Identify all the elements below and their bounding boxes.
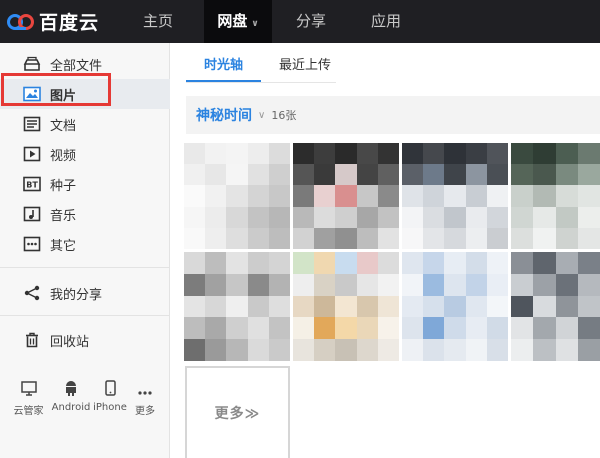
- sidebar-item-other[interactable]: 其它: [0, 229, 170, 259]
- top-navigation-bar: 百度云 主页 网盘 ∨ 分享 应用: [0, 0, 600, 43]
- document-icon: [23, 115, 41, 133]
- tab-label: 最近上传: [279, 58, 332, 73]
- sidebar-item-label: 种子: [50, 178, 77, 194]
- nav-home[interactable]: 主页: [128, 0, 188, 43]
- chevron-down-icon[interactable]: ∨: [258, 110, 265, 121]
- sidebar-item-music[interactable]: 音乐: [0, 199, 170, 229]
- sidebar-item-videos[interactable]: 视频: [0, 139, 170, 169]
- ellipsis-icon: [138, 378, 152, 396]
- timeline-title[interactable]: 神秘时间: [196, 105, 252, 125]
- nav-netdisk-label: 网盘: [217, 12, 248, 30]
- cloud-logo-icon: [6, 11, 36, 31]
- tab-label: 时光轴: [204, 58, 244, 73]
- tool-label: 云管家: [13, 406, 44, 417]
- music-icon: [23, 205, 41, 223]
- more-photos-button[interactable]: 更多≫: [185, 366, 290, 458]
- tab-timeline[interactable]: 时光轴: [186, 50, 262, 82]
- nav-home-label: 主页: [142, 12, 173, 30]
- client-download-tools: 云管家 Android iPhone 更多: [0, 378, 170, 417]
- sidebar-item-recycle-bin[interactable]: 回收站: [0, 325, 170, 355]
- sidebar-item-label: 其它: [50, 238, 77, 254]
- share-icon: [23, 284, 41, 302]
- video-icon: [23, 145, 41, 163]
- photo-grid: [184, 143, 600, 361]
- tab-recent-uploads[interactable]: 最近上传: [261, 50, 349, 82]
- sidebar-item-label: 文档: [50, 118, 77, 134]
- chevron-down-icon: ∨: [251, 19, 259, 29]
- photo-thumbnail[interactable]: [511, 143, 600, 249]
- sidebar-item-label: 视频: [50, 148, 77, 164]
- sidebar-item-label: 全部文件: [50, 58, 103, 74]
- tool-cloud-manager[interactable]: 云管家: [6, 378, 51, 417]
- timeline-group-header: 神秘时间 ∨ 16张: [186, 96, 600, 134]
- svg-text:BT: BT: [26, 181, 38, 190]
- photo-thumbnail[interactable]: [184, 143, 290, 249]
- photo-thumbnail[interactable]: [293, 143, 399, 249]
- trash-icon: [23, 331, 41, 349]
- bt-icon: BT: [23, 175, 41, 193]
- sidebar-item-documents[interactable]: 文档: [0, 109, 170, 139]
- sidebar-item-label: 我的分享: [50, 287, 103, 303]
- selection-highlight-box: [1, 73, 111, 106]
- tool-more[interactable]: 更多: [129, 378, 161, 417]
- nav-share[interactable]: 分享: [282, 0, 340, 43]
- tool-label: iPhone: [93, 402, 127, 413]
- photo-thumbnail[interactable]: [402, 252, 508, 361]
- nav-netdisk[interactable]: 网盘 ∨: [204, 0, 272, 43]
- sidebar-item-torrents[interactable]: BT 种子: [0, 169, 170, 199]
- tab-underline-divider: [186, 82, 336, 83]
- baidu-cloud-logo[interactable]: 百度云: [6, 8, 99, 34]
- tool-label: Android: [51, 402, 91, 413]
- tool-label: 更多: [135, 406, 155, 417]
- nav-apps-label: 应用: [370, 12, 401, 30]
- sidebar-item-my-shares[interactable]: 我的分享: [0, 278, 170, 308]
- sidebar-divider: [0, 267, 170, 268]
- android-icon: [64, 378, 78, 396]
- photo-thumbnail[interactable]: [293, 252, 399, 361]
- folder-icon: [23, 55, 41, 73]
- logo-text: 百度云: [39, 11, 100, 34]
- more-photos-label: 更多≫: [214, 406, 261, 422]
- monitor-icon: [20, 378, 37, 396]
- photo-thumbnail[interactable]: [402, 143, 508, 249]
- tool-iphone[interactable]: iPhone: [91, 378, 129, 417]
- photo-count: 16张: [271, 109, 297, 122]
- photo-thumbnail[interactable]: [511, 252, 600, 361]
- view-tabs: 时光轴 最近上传: [186, 50, 349, 82]
- sidebar-item-label: 回收站: [50, 334, 90, 350]
- nav-share-label: 分享: [295, 12, 326, 30]
- nav-apps[interactable]: 应用: [356, 0, 416, 43]
- sidebar-item-label: 音乐: [50, 208, 77, 224]
- iphone-icon: [104, 378, 116, 396]
- more-dots-icon: [23, 235, 41, 253]
- tool-android[interactable]: Android: [51, 378, 91, 417]
- sidebar-divider: [0, 315, 170, 316]
- photo-thumbnail[interactable]: [184, 252, 290, 361]
